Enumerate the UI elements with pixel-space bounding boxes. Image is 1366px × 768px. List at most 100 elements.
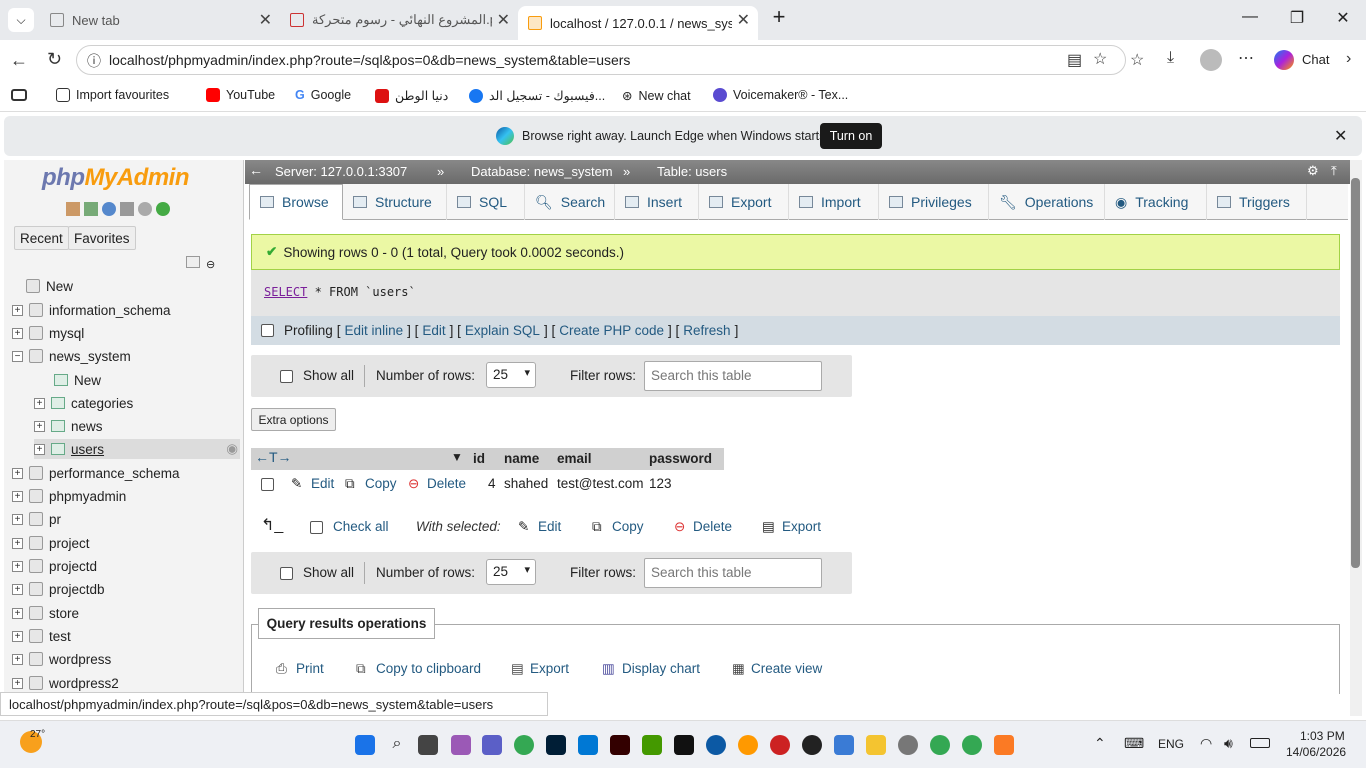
- tree-item-table[interactable]: + news: [34, 416, 103, 436]
- fav-new-chat[interactable]: ⊛ New chat: [622, 88, 691, 104]
- show-all-checkbox[interactable]: [280, 567, 293, 580]
- copilot-icon[interactable]: [1274, 50, 1294, 70]
- profile-avatar[interactable]: [1200, 49, 1222, 71]
- search-icon[interactable]: ⌕: [387, 735, 407, 755]
- capcut-icon[interactable]: [674, 735, 694, 755]
- tree-item-db[interactable]: + test: [12, 626, 71, 646]
- url-field[interactable]: ⓘ localhost/phpmyadmin/index.php?route=/…: [76, 45, 1126, 75]
- selected-delete-button[interactable]: Delete: [693, 519, 732, 534]
- volume-icon[interactable]: 🔊︎: [1224, 735, 1233, 752]
- database-breadcrumb[interactable]: Database: news_system: [471, 164, 613, 179]
- tree-item-db[interactable]: − news_system: [12, 346, 131, 366]
- tree-item-db[interactable]: + project: [12, 533, 90, 553]
- tree-item-db[interactable]: + mysql: [12, 323, 84, 343]
- filter-rows-input[interactable]: Search this table: [644, 558, 822, 588]
- docs-icon[interactable]: [120, 202, 134, 216]
- keyboard-icon[interactable]: ⌨: [1124, 735, 1144, 752]
- tab-pdf[interactable]: المشروع النهائي - رسوم متحركة.pdf ✕: [280, 6, 518, 34]
- column-header-email[interactable]: email: [557, 451, 592, 466]
- tab-import[interactable]: Import: [789, 184, 879, 220]
- column-options-dropdown-icon[interactable]: ▼: [451, 450, 463, 464]
- tab-new-tab[interactable]: New tab ✕: [40, 6, 280, 34]
- chat-label[interactable]: Chat: [1302, 52, 1329, 67]
- tab-browse[interactable]: Browse: [249, 184, 343, 220]
- selected-edit-button[interactable]: Edit: [538, 519, 561, 534]
- clock-time[interactable]: 1:03 PM: [1300, 729, 1345, 743]
- restore-icon[interactable]: ❐: [1282, 8, 1312, 28]
- reader-view-icon[interactable]: ▤: [1067, 50, 1082, 70]
- copy-to-clipboard-link[interactable]: Copy to clipboard: [376, 661, 481, 676]
- selected-export-button[interactable]: Export: [782, 519, 821, 534]
- settings-gear-icon[interactable]: [138, 202, 152, 216]
- xampp-icon[interactable]: [994, 735, 1014, 755]
- expand-icon[interactable]: +: [34, 397, 45, 409]
- export-link[interactable]: Export: [530, 661, 569, 676]
- chrome-icon[interactable]: [962, 735, 982, 755]
- battery-icon[interactable]: [1250, 738, 1270, 748]
- clock-date[interactable]: 14/06/2026: [1286, 745, 1346, 759]
- more-menu-icon[interactable]: ⋯: [1238, 48, 1254, 68]
- photos-icon[interactable]: [834, 735, 854, 755]
- collapse-icon[interactable]: −: [12, 350, 23, 362]
- expand-icon[interactable]: +: [12, 583, 23, 595]
- tree-item-db[interactable]: + wordpress2: [12, 673, 119, 692]
- phpmyadmin-logo[interactable]: phpMyAdmin: [42, 164, 189, 192]
- tree-item-table[interactable]: + categories: [34, 393, 133, 413]
- table-breadcrumb[interactable]: Table: users: [657, 164, 727, 179]
- favorites-button[interactable]: Favorites: [68, 226, 136, 250]
- sidebar-chevron-icon[interactable]: ›: [1346, 50, 1351, 68]
- tree-item-db[interactable]: + projectdb: [12, 579, 105, 599]
- wifi-icon[interactable]: ◠: [1200, 735, 1212, 752]
- tab-export[interactable]: Export: [699, 184, 789, 220]
- edge-icon[interactable]: [706, 735, 726, 755]
- new-tab-icon[interactable]: +: [764, 4, 794, 30]
- maximize-panel-icon[interactable]: ⤒: [1331, 163, 1337, 179]
- row-delete-link[interactable]: Delete: [427, 476, 466, 491]
- close-infobar-icon[interactable]: ✕: [1334, 126, 1347, 146]
- media-player-icon[interactable]: [802, 735, 822, 755]
- expand-icon[interactable]: +: [12, 490, 23, 502]
- expand-icon[interactable]: +: [34, 443, 45, 455]
- row-edit-link[interactable]: Edit: [311, 476, 334, 491]
- tab-insert[interactable]: Insert: [615, 184, 699, 220]
- tab-triggers[interactable]: Triggers: [1207, 184, 1307, 220]
- check-all-checkbox[interactable]: [310, 521, 323, 534]
- photoshop-icon[interactable]: [546, 735, 566, 755]
- teams-icon[interactable]: [482, 735, 502, 755]
- expand-icon[interactable]: +: [12, 327, 23, 339]
- collapse-nav-icon[interactable]: ←: [249, 162, 263, 178]
- indesign-icon[interactable]: [642, 735, 662, 755]
- tree-item-db[interactable]: + pr: [12, 509, 61, 529]
- language-indicator[interactable]: ENG: [1158, 737, 1184, 751]
- help-icon[interactable]: [102, 202, 116, 216]
- display-chart-link[interactable]: Display chart: [622, 661, 700, 676]
- fav-facebook[interactable]: فيسبوك - تسجيل الد...: [469, 88, 605, 103]
- back-arrow-icon[interactable]: ←: [10, 50, 28, 71]
- favorite-star-icon[interactable]: ☆: [1093, 49, 1107, 69]
- refresh-link[interactable]: Refresh: [683, 323, 730, 338]
- vscode-icon[interactable]: [578, 735, 598, 755]
- reload-icon[interactable]: [156, 202, 170, 216]
- tree-item-new[interactable]: New: [26, 276, 73, 296]
- tab-tracking[interactable]: ◉ Tracking: [1105, 184, 1207, 220]
- close-tab-icon[interactable]: ✕: [497, 10, 510, 30]
- expand-icon[interactable]: +: [12, 677, 23, 689]
- copilot-icon[interactable]: [451, 735, 471, 755]
- expand-icon[interactable]: +: [12, 630, 23, 642]
- tab-phpmyadmin[interactable]: localhost / 127.0.0.1 / news_system ✕: [518, 6, 758, 40]
- fav-youtube[interactable]: YouTube: [206, 88, 275, 102]
- tree-item-table-selected[interactable]: + users ◉: [34, 439, 240, 459]
- favorites-icon[interactable]: ☆: [1130, 50, 1144, 70]
- fav-dunya[interactable]: دنيا الوطن: [375, 88, 448, 103]
- tree-item-new-table[interactable]: New: [54, 370, 101, 390]
- expand-icon[interactable]: +: [12, 653, 23, 665]
- start-icon[interactable]: [355, 735, 375, 755]
- explain-sql-link[interactable]: Explain SQL: [465, 323, 540, 338]
- collections-icon[interactable]: [11, 89, 27, 101]
- expand-icon[interactable]: +: [12, 537, 23, 549]
- tab-operations[interactable]: 🔧︎ Operations: [989, 184, 1105, 220]
- check-all-label[interactable]: Check all: [333, 519, 389, 534]
- hide-eye-icon[interactable]: ◉: [226, 441, 238, 457]
- selected-copy-button[interactable]: Copy: [612, 519, 644, 534]
- tree-item-db[interactable]: + store: [12, 603, 79, 623]
